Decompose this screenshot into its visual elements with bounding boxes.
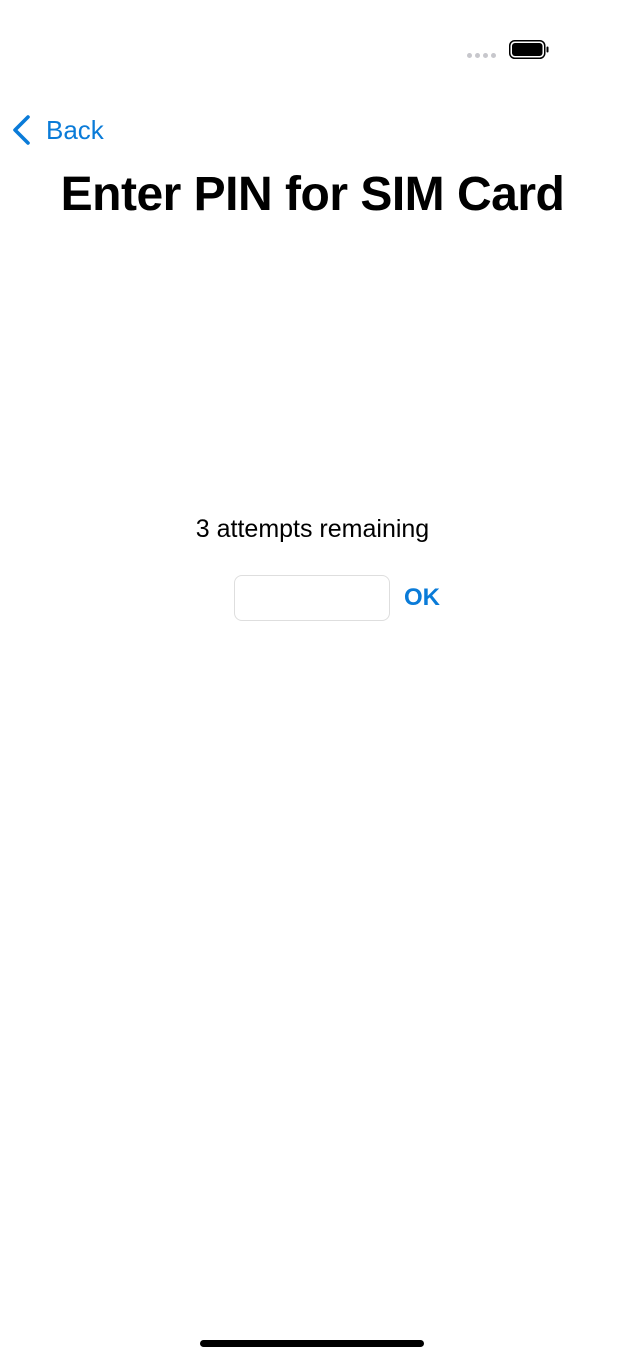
back-button[interactable]: Back xyxy=(10,110,104,150)
home-indicator[interactable] xyxy=(200,1340,424,1347)
battery-full-icon xyxy=(509,40,549,59)
ok-button[interactable]: OK xyxy=(398,578,446,618)
cellular-dots-icon xyxy=(467,53,496,58)
page-title: Enter PIN for SIM Card xyxy=(60,168,565,221)
attempts-remaining-text: 3 attempts remaining xyxy=(195,515,430,543)
chevron-left-icon xyxy=(13,115,30,145)
status-bar xyxy=(0,0,625,90)
pin-input[interactable] xyxy=(234,575,390,621)
back-label: Back xyxy=(46,115,104,145)
